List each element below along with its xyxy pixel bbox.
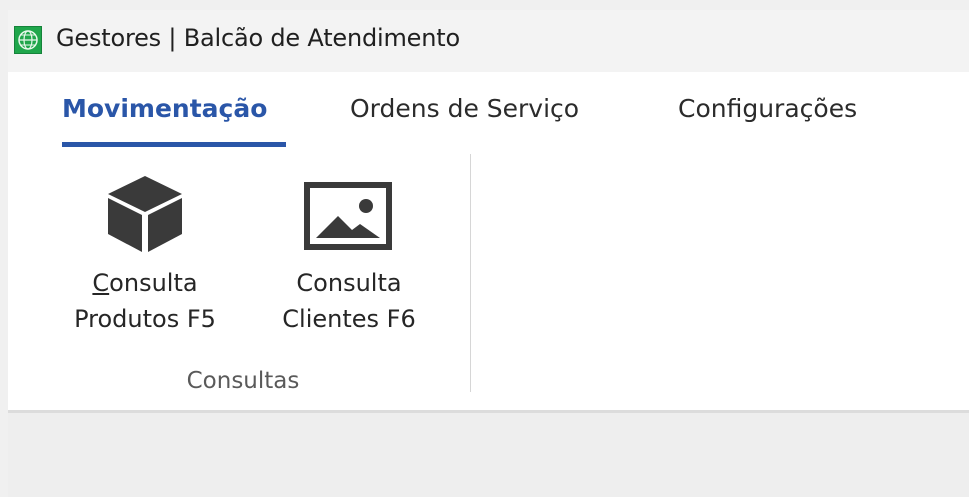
consulta-produtos-label-line1: Consulta xyxy=(92,269,198,297)
group-separator xyxy=(470,154,471,392)
consulta-clientes-button[interactable]: Consulta Clientes F6 xyxy=(260,164,438,374)
consulta-produtos-button[interactable]: Consulta Produtos F5 xyxy=(50,164,240,374)
consulta-clientes-label-line2: Clientes F6 xyxy=(282,305,416,333)
consulta-clientes-label-line1: Consulta xyxy=(296,269,402,297)
ribbon: Movimentação Ordens de Serviço Configura… xyxy=(8,72,969,410)
group-label-consultas: Consultas xyxy=(186,368,300,394)
title-bar: Gestores | Balcão de Atendimento xyxy=(8,10,969,72)
active-tab-indicator xyxy=(62,142,286,147)
tab-ordens-de-servico[interactable]: Ordens de Serviço xyxy=(350,94,579,123)
window-title: Gestores | Balcão de Atendimento xyxy=(56,24,460,52)
image-icon xyxy=(304,182,392,254)
tab-configuracoes[interactable]: Configurações xyxy=(678,94,857,123)
ribbon-tabs: Movimentação Ordens de Serviço Configura… xyxy=(8,72,969,152)
tab-movimentacao[interactable]: Movimentação xyxy=(62,94,267,123)
globe-icon xyxy=(14,26,42,54)
content-area xyxy=(8,413,969,497)
cube-icon xyxy=(106,174,184,258)
consulta-produtos-label-line2: Produtos F5 xyxy=(74,305,216,333)
